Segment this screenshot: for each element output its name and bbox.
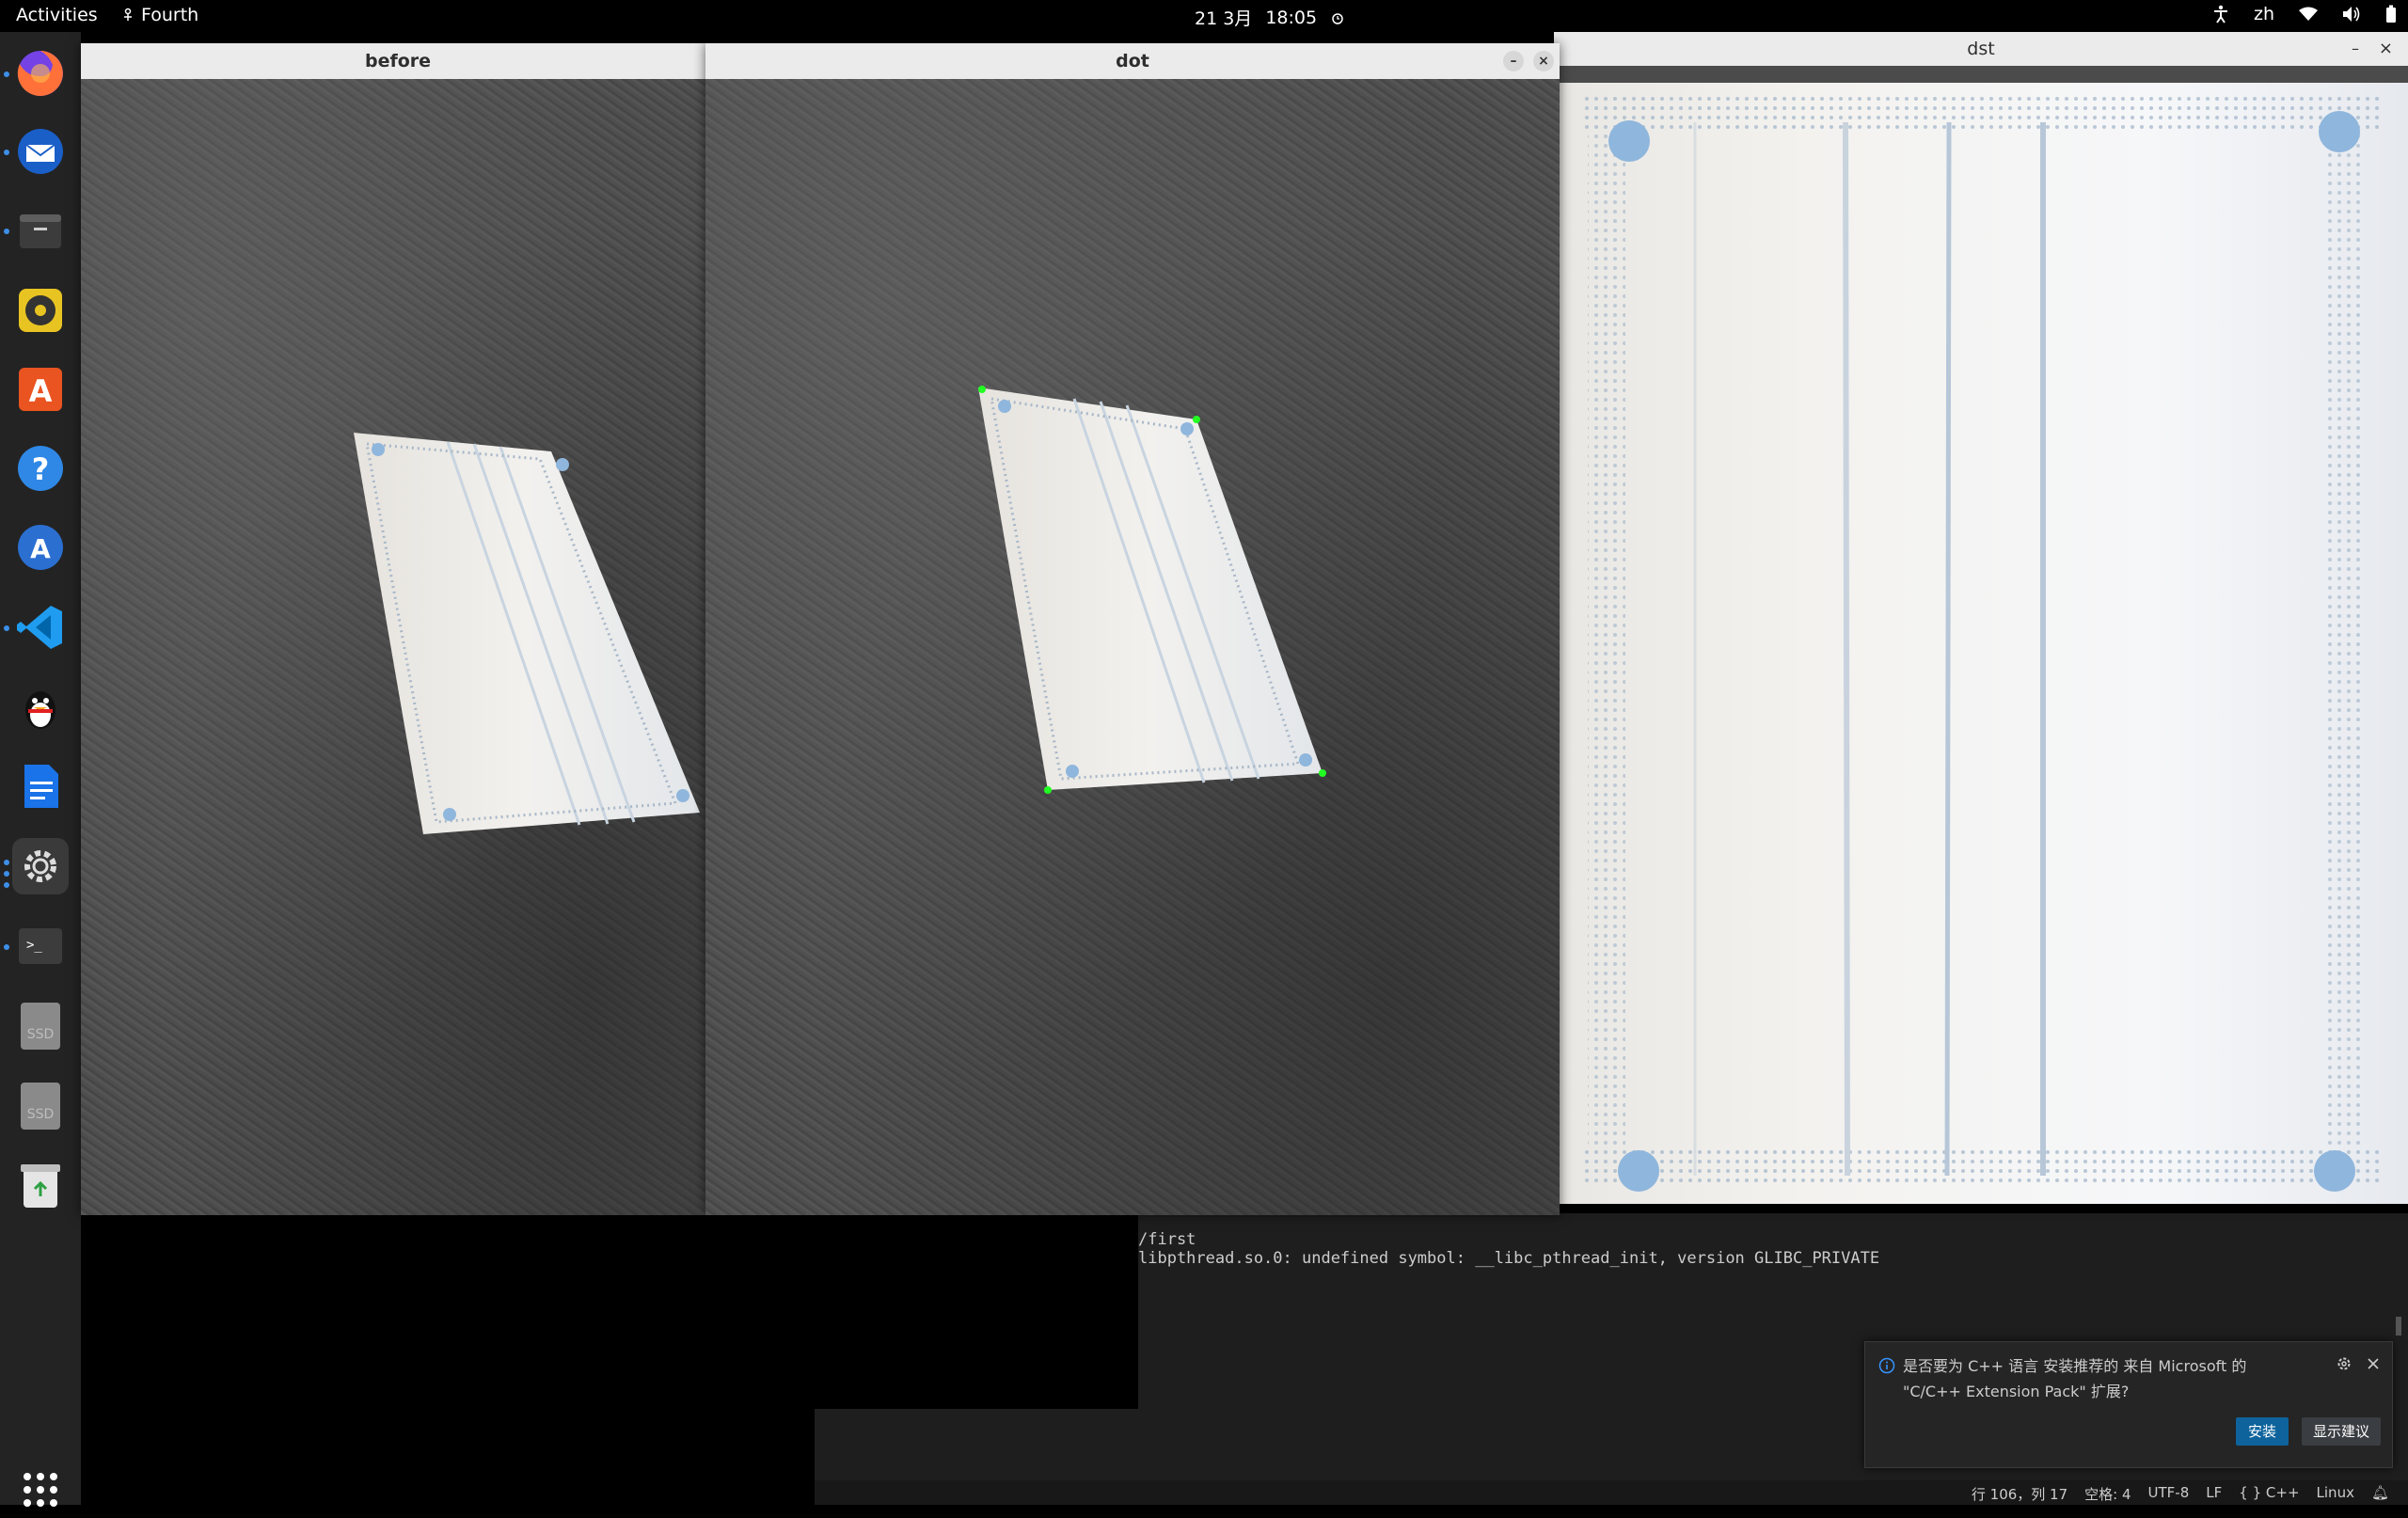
app-icon xyxy=(124,8,132,21)
corner-marker-top-left xyxy=(978,386,986,393)
notification-settings-gear-icon[interactable] xyxy=(2336,1355,2353,1372)
dst-image xyxy=(1554,66,2408,1204)
settings-running-indicator-2 xyxy=(4,871,9,877)
status-cursor-position[interactable]: 行 106，列 17 xyxy=(1972,1484,2067,1504)
info-icon xyxy=(1878,1357,1895,1374)
notification-bell-icon[interactable]: 🔔︎ xyxy=(2371,1484,2389,1504)
vscode-icon[interactable] xyxy=(12,599,69,656)
corner-marker-top-right xyxy=(1193,416,1200,423)
terminal-background xyxy=(81,1213,1138,1409)
settings-running-indicator-1 xyxy=(4,860,9,865)
dot-minimize-button[interactable]: – xyxy=(1503,51,1524,71)
wifi-icon[interactable] xyxy=(2299,7,2318,22)
input-method-indicator[interactable]: zh xyxy=(2254,4,2274,24)
dot-window[interactable]: dot – × xyxy=(705,43,1560,1215)
corner-marker-bottom-left xyxy=(1044,786,1052,794)
status-language[interactable]: { } C++ xyxy=(2239,1484,2299,1504)
terminal-output: /first libpthread.so.0: undefined symbol… xyxy=(1138,1230,1879,1268)
clock-date: 21 3月 xyxy=(1195,8,1253,29)
files-running-indicator xyxy=(4,229,9,234)
show-recommendations-button[interactable]: 显示建议 xyxy=(2302,1417,2381,1446)
writer-icon[interactable] xyxy=(12,758,69,814)
settings-running-indicator-3 xyxy=(4,882,9,888)
dst-minimize-button[interactable]: – xyxy=(2352,32,2359,66)
trash-icon[interactable] xyxy=(12,1158,69,1214)
dst-titlebar[interactable]: dst – × xyxy=(1554,32,2408,66)
dst-window-title: dst xyxy=(1967,39,1995,59)
extension-recommendation-notification: 是否要为 C++ 语言 安装推荐的 来自 Microsoft 的 "C/C++ … xyxy=(1864,1341,2393,1468)
status-os[interactable]: Linux xyxy=(2317,1484,2354,1504)
braces-icon: { } xyxy=(2239,1484,2262,1501)
dot-window-title: dot xyxy=(1116,51,1149,71)
thunderbird-icon[interactable] xyxy=(12,123,69,180)
accessibility-icon[interactable] xyxy=(2212,5,2229,24)
status-eol[interactable]: LF xyxy=(2206,1484,2222,1504)
volume-icon[interactable] xyxy=(2342,6,2361,23)
dst-window[interactable]: dst – × xyxy=(1554,32,2408,1204)
before-titlebar[interactable]: before xyxy=(81,43,715,79)
thunderbird-running-indicator xyxy=(4,150,9,155)
before-window[interactable]: before xyxy=(81,43,715,1215)
ssd-label-1: SSD xyxy=(27,1027,55,1042)
ssd-label-2: SSD xyxy=(27,1107,55,1122)
settings-icon[interactable] xyxy=(12,838,69,894)
dst-close-button[interactable]: × xyxy=(2379,32,2393,66)
svg-text:>_: >_ xyxy=(26,938,42,953)
terminal-scrollbar[interactable] xyxy=(2396,1317,2401,1336)
ssd-drive-icon-1[interactable]: SSD xyxy=(12,998,69,1054)
terminal-icon[interactable]: >_ xyxy=(12,918,69,974)
activities-button[interactable]: Activities xyxy=(16,5,98,25)
status-encoding[interactable]: UTF-8 xyxy=(2148,1484,2190,1504)
software-store-icon[interactable]: A xyxy=(12,361,69,418)
notification-close-icon[interactable] xyxy=(2367,1357,2380,1370)
terminal-running-indicator xyxy=(4,944,9,950)
firefox-running-indicator xyxy=(4,71,9,77)
firefox-icon[interactable] xyxy=(12,45,69,102)
terminal-line-1: /first xyxy=(1138,1230,1196,1249)
terminal-line-2: libpthread.so.0: undefined symbol: __lib… xyxy=(1138,1249,1880,1268)
clock-time: 18:05 xyxy=(1265,7,1318,28)
app-name: Fourth xyxy=(141,5,199,25)
svg-text:A: A xyxy=(29,373,53,409)
qq-icon[interactable] xyxy=(12,679,69,735)
app-menu[interactable]: Fourth xyxy=(120,5,198,25)
svg-text:?: ? xyxy=(32,451,50,487)
install-button[interactable]: 安装 xyxy=(2236,1417,2289,1446)
notification-message: 是否要为 C++ 语言 安装推荐的 来自 Microsoft 的 "C/C++ … xyxy=(1903,1357,2247,1400)
help-icon[interactable]: ? xyxy=(12,440,69,497)
status-indentation[interactable]: 空格: 4 xyxy=(2084,1484,2131,1504)
clock[interactable]: 21 3月 18:05 xyxy=(1195,5,1345,30)
show-apps-grid-icon[interactable] xyxy=(12,1462,69,1518)
dot-close-button[interactable]: × xyxy=(1533,51,1554,71)
files-icon[interactable] xyxy=(12,202,69,259)
alarm-icon xyxy=(1332,12,1343,24)
top-bar: Activities Fourth 21 3月 18:05 zh xyxy=(0,0,2408,32)
app-center-icon[interactable]: A xyxy=(12,519,69,576)
system-tray[interactable]: zh xyxy=(2212,4,2397,24)
svg-text:A: A xyxy=(30,533,51,564)
dot-titlebar[interactable]: dot – × xyxy=(705,43,1560,79)
battery-icon[interactable] xyxy=(2385,5,2397,24)
dot-image xyxy=(705,79,1560,1215)
before-image xyxy=(81,79,715,1215)
vscode-running-indicator xyxy=(4,625,9,631)
before-window-title: before xyxy=(364,51,432,71)
vscode-status-bar: 行 106，列 17 空格: 4 UTF-8 LF { } C++ Linux … xyxy=(815,1480,2408,1505)
dock: A ? A >_ SSD SSD xyxy=(0,32,81,1507)
ssd-drive-icon-2[interactable]: SSD xyxy=(12,1078,69,1134)
corner-marker-bottom-right xyxy=(1319,769,1326,777)
rhythmbox-icon[interactable] xyxy=(12,282,69,339)
status-language-label: C++ xyxy=(2265,1484,2300,1501)
